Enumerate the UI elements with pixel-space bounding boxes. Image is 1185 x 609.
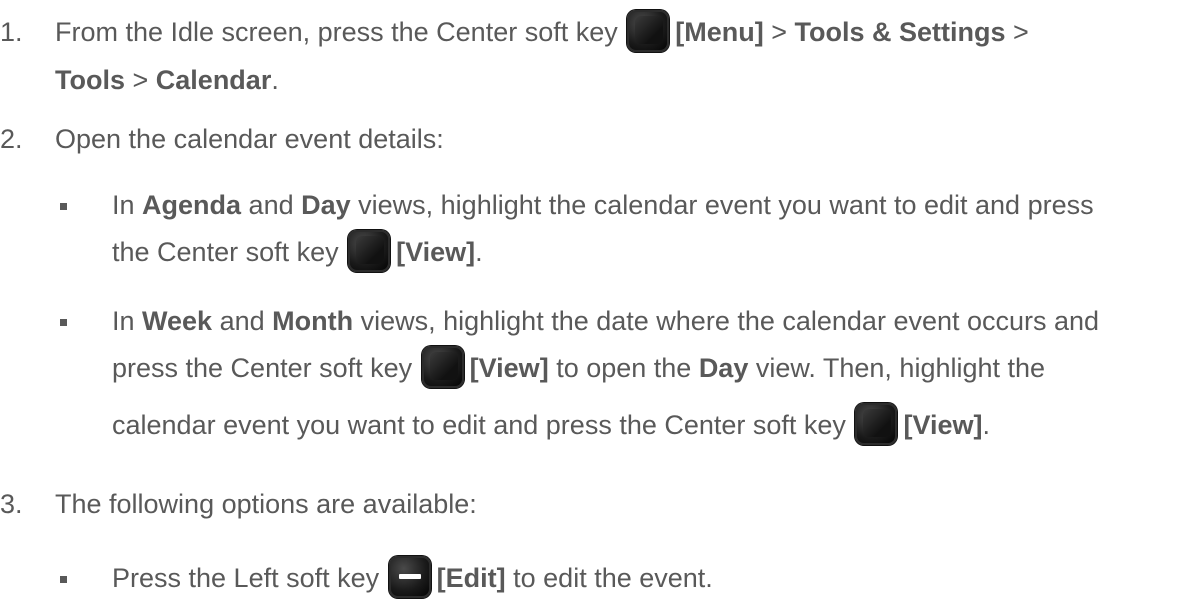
period: . <box>475 237 483 267</box>
text: the Center soft key <box>112 237 339 267</box>
day-label: Day <box>301 190 351 220</box>
center-soft-key-icon <box>421 345 464 388</box>
period: . <box>982 410 990 440</box>
period: . <box>271 65 279 95</box>
step-2-bullet-1-line-2: the Center soft key [View]. <box>112 229 483 275</box>
separator: > <box>125 65 156 95</box>
step-2-bullet-1-line-1: In Agenda and Day views, highlight the c… <box>112 185 1094 225</box>
text: views, highlight the calendar event you … <box>350 190 1094 220</box>
edit-label: [Edit] <box>436 563 506 593</box>
bullet-marker <box>60 203 67 210</box>
month-label: Month <box>272 306 354 336</box>
bullet-marker <box>60 576 67 583</box>
step-2-bullet-2-line-3: calendar event you want to edit and pres… <box>112 402 990 448</box>
tools-label: Tools <box>55 65 125 95</box>
week-label: Week <box>142 306 213 336</box>
bullet-marker <box>60 319 67 326</box>
menu-label: [Menu] <box>675 17 764 47</box>
view-label: [View] <box>903 410 983 440</box>
step-text: From the Idle screen, press the Center s… <box>55 17 618 47</box>
separator: > <box>763 17 795 47</box>
center-soft-key-icon <box>627 9 670 52</box>
text: view. Then, highlight the <box>748 353 1046 383</box>
step-2-bullet-2-line-2: press the Center soft key [View] to open… <box>112 345 1046 391</box>
text: In <box>112 190 143 220</box>
tools-settings-label: Tools & Settings <box>794 17 1006 47</box>
step-1-line-1: From the Idle screen, press the Center s… <box>55 9 1029 55</box>
text: views, highlight the date where the cale… <box>353 306 1100 336</box>
step-3-bullet-1-line-1: Press the Left soft key [Edit] to edit t… <box>112 555 713 601</box>
step-number: 3. <box>0 489 23 519</box>
step-1-line-2: Tools > Calendar. <box>55 60 279 100</box>
view-label: [View] <box>396 237 476 267</box>
text: to open the <box>548 353 699 383</box>
separator: > <box>1005 17 1029 47</box>
step-3-text: The following options are available: <box>55 489 477 519</box>
step-2-bullet-2-line-1: In Week and Month views, highlight the d… <box>112 301 1099 341</box>
step-number: 1. <box>0 17 23 47</box>
text: In <box>112 306 143 336</box>
agenda-label: Agenda <box>142 190 242 220</box>
document-page: 1. From the Idle screen, press the Cente… <box>0 0 1185 609</box>
text: calendar event you want to edit and pres… <box>112 410 846 440</box>
text: and <box>212 306 273 336</box>
calendar-label: Calendar <box>155 65 272 95</box>
view-label: [View] <box>469 353 549 383</box>
day-label: Day <box>698 353 749 383</box>
step-2-text: Open the calendar event details: <box>55 124 444 154</box>
text: to edit the event. <box>505 563 713 593</box>
text: Press the Left soft key <box>112 563 380 593</box>
center-soft-key-icon <box>855 402 898 445</box>
step-number: 2. <box>0 124 23 154</box>
text: press the Center soft key <box>112 353 413 383</box>
left-soft-key-icon <box>388 555 431 598</box>
text: and <box>241 190 302 220</box>
center-soft-key-icon <box>348 229 391 272</box>
